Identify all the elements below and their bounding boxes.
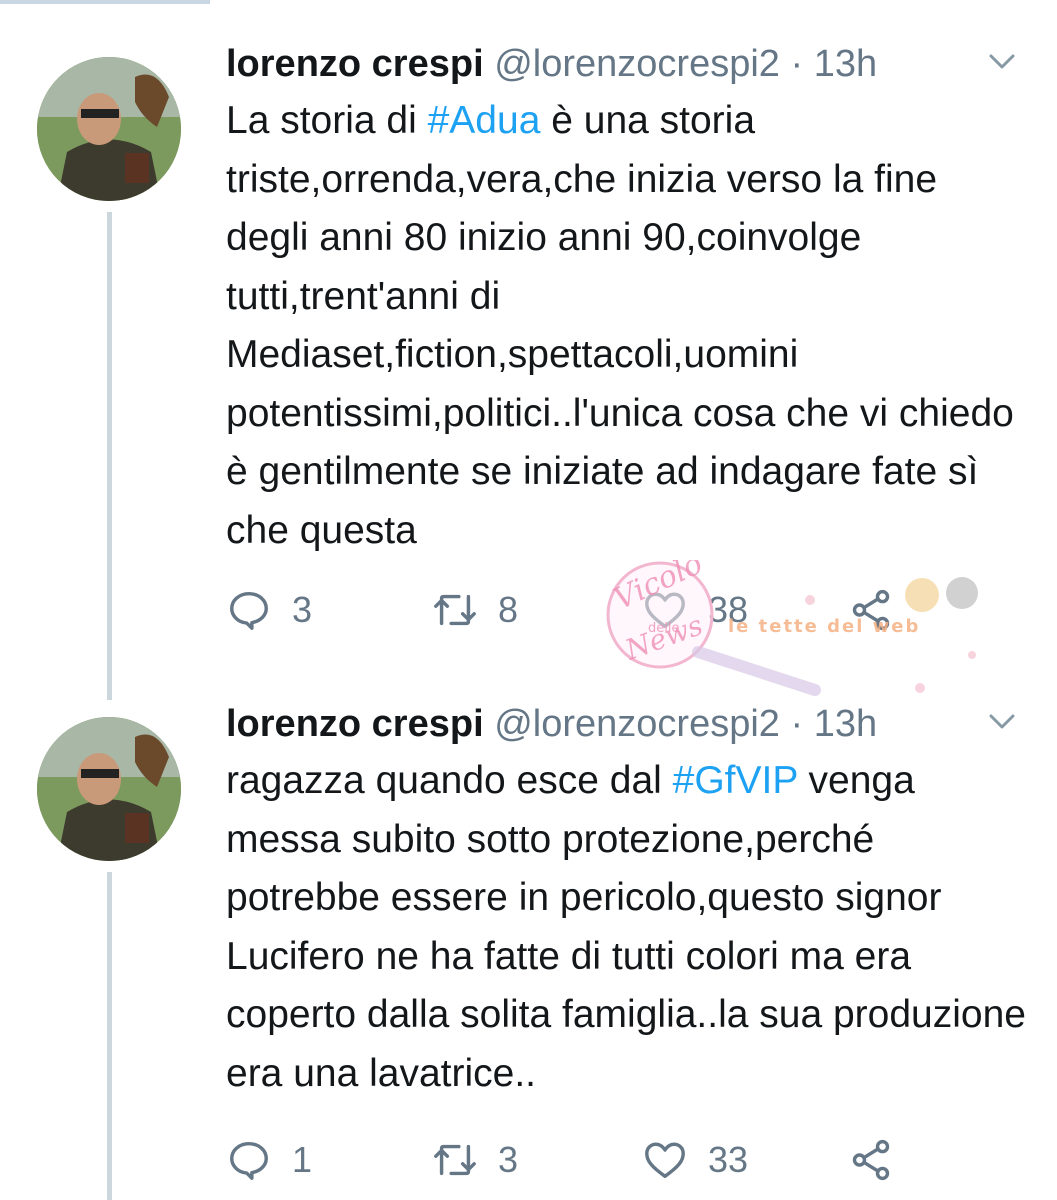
retweet-count: 3 bbox=[498, 1139, 519, 1180]
tweet-text-before: ragazza quando esce dal bbox=[226, 759, 673, 802]
reply-count: 3 bbox=[292, 589, 313, 630]
share-button[interactable] bbox=[848, 1130, 914, 1190]
retweet-button[interactable]: 8 bbox=[432, 580, 518, 640]
tweet-text: ragazza quando esce dal #GfVIP venga mes… bbox=[226, 752, 1026, 1103]
tweet-header: lorenzo crespi @lorenzocrespi2 · 13h bbox=[226, 38, 1017, 90]
separator-dot: · bbox=[790, 43, 804, 85]
like-count: 38 bbox=[708, 589, 749, 630]
share-icon bbox=[852, 589, 890, 631]
like-icon bbox=[645, 592, 685, 629]
avatar[interactable] bbox=[37, 717, 181, 861]
author-handle[interactable]: @lorenzocrespi2 bbox=[494, 703, 780, 745]
tweet-header: lorenzo crespi @lorenzocrespi2 · 13h bbox=[226, 698, 1017, 750]
chevron-down-icon[interactable] bbox=[987, 710, 1017, 734]
timestamp[interactable]: 13h bbox=[814, 43, 877, 85]
tweet-actions: 1 3 33 bbox=[226, 1130, 1026, 1190]
like-button[interactable]: 33 bbox=[642, 1130, 748, 1190]
like-button[interactable]: 38 bbox=[642, 580, 748, 640]
like-icon bbox=[645, 1142, 685, 1179]
reply-count: 1 bbox=[292, 1139, 313, 1180]
thread-line bbox=[107, 212, 112, 700]
reply-icon bbox=[230, 1141, 268, 1180]
reply-button[interactable]: 1 bbox=[226, 1130, 312, 1190]
avatar-photo bbox=[37, 57, 181, 201]
hashtag-link[interactable]: #Adua bbox=[428, 99, 541, 142]
avatar-photo bbox=[37, 717, 181, 861]
hashtag-link[interactable]: #GfVIP bbox=[673, 759, 798, 802]
retweet-count: 8 bbox=[498, 589, 519, 630]
separator-dot: · bbox=[790, 703, 804, 745]
tweet-text-after: è una storia triste,orrenda,vera,che ini… bbox=[226, 99, 1014, 552]
author-name[interactable]: lorenzo crespi bbox=[226, 703, 484, 745]
timestamp[interactable]: 13h bbox=[814, 703, 877, 745]
reply-button[interactable]: 3 bbox=[226, 580, 312, 640]
tweet-actions: 3 8 38 bbox=[226, 580, 1026, 640]
retweet-button[interactable]: 3 bbox=[432, 1130, 518, 1190]
retweet-icon bbox=[434, 1144, 476, 1176]
author-handle[interactable]: @lorenzocrespi2 bbox=[494, 43, 780, 85]
retweet-icon bbox=[434, 594, 476, 626]
tweet-text-before: La storia di bbox=[226, 99, 428, 142]
author-name[interactable]: lorenzo crespi bbox=[226, 43, 484, 85]
reply-icon bbox=[230, 591, 268, 630]
tweet-text: La storia di #Adua è una storia triste,o… bbox=[226, 92, 1026, 560]
chevron-down-icon[interactable] bbox=[987, 50, 1017, 74]
share-icon bbox=[852, 1139, 890, 1181]
tweet-text-after: venga messa subito sotto protezione,perc… bbox=[226, 759, 1026, 1095]
tweet[interactable]: lorenzo crespi @lorenzocrespi2 · 13h La … bbox=[0, 0, 1057, 700]
tweet[interactable]: lorenzo crespi @lorenzocrespi2 · 13h rag… bbox=[0, 660, 1057, 1200]
avatar[interactable] bbox=[37, 57, 181, 201]
share-button[interactable] bbox=[848, 580, 914, 640]
like-count: 33 bbox=[708, 1139, 749, 1180]
thread-line bbox=[107, 872, 112, 1200]
